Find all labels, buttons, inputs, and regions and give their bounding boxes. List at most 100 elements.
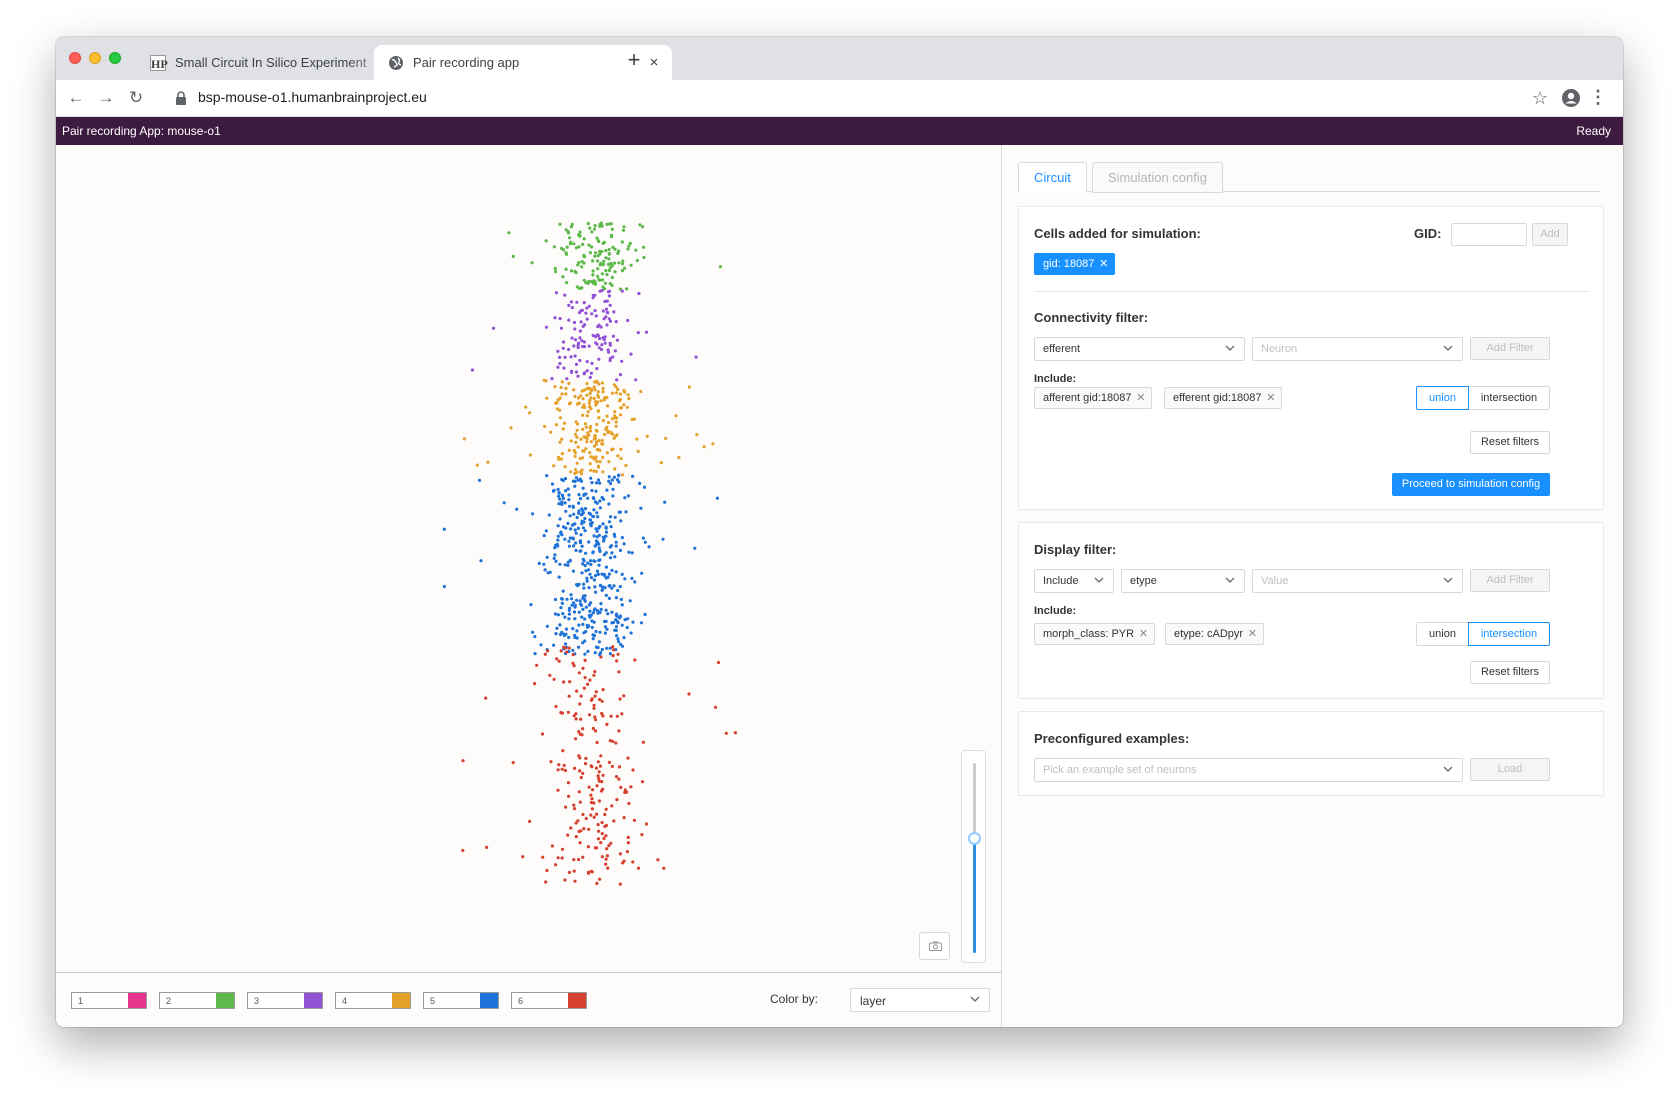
neuron-point[interactable] <box>631 474 635 478</box>
neuron-point[interactable] <box>595 535 599 539</box>
neuron-point[interactable] <box>572 803 576 807</box>
neuron-point[interactable] <box>593 694 597 698</box>
neuron-point[interactable] <box>608 556 613 560</box>
neuron-point[interactable] <box>573 617 577 621</box>
neuron-point[interactable] <box>622 859 626 863</box>
neuron-point[interactable] <box>589 813 593 817</box>
neuron-point[interactable] <box>600 272 605 276</box>
proceed-button[interactable]: Proceed to simulation config <box>1392 473 1550 496</box>
neuron-point[interactable] <box>598 499 602 503</box>
neuron-point[interactable] <box>544 239 548 243</box>
neuron-point[interactable] <box>442 584 446 589</box>
neuron-point[interactable] <box>587 511 591 515</box>
neuron-point[interactable] <box>560 246 564 250</box>
neuron-point[interactable] <box>591 551 595 555</box>
neuron-point[interactable] <box>576 445 580 449</box>
neuron-point[interactable] <box>604 593 608 597</box>
neuron-point[interactable] <box>607 252 612 256</box>
neuron-point[interactable] <box>564 267 568 271</box>
neuron-point[interactable] <box>581 397 585 401</box>
minimize-window-button[interactable] <box>89 52 101 64</box>
neuron-point[interactable] <box>586 410 590 414</box>
neuron-point[interactable] <box>603 619 607 624</box>
neuron-point[interactable] <box>643 540 647 544</box>
neuron-point[interactable] <box>564 509 568 513</box>
neuron-point[interactable] <box>528 411 532 415</box>
neuron-point[interactable] <box>598 524 602 528</box>
neuron-point[interactable] <box>567 498 571 502</box>
neuron-point[interactable] <box>562 763 566 768</box>
neuron-point[interactable] <box>607 520 612 524</box>
neuron-point[interactable] <box>588 462 592 466</box>
neuron-point[interactable] <box>595 881 599 886</box>
neuron-point[interactable] <box>612 475 617 479</box>
neuron-point[interactable] <box>589 601 593 605</box>
neuron-point[interactable] <box>567 347 571 352</box>
neuron-point[interactable] <box>442 527 446 531</box>
neuron-point[interactable] <box>573 432 578 436</box>
neuron-point[interactable] <box>601 386 605 391</box>
neuron-point[interactable] <box>620 536 624 540</box>
neuron-point[interactable] <box>554 270 558 274</box>
neuron-point[interactable] <box>611 487 615 491</box>
neuron-point[interactable] <box>663 500 667 504</box>
neuron-point[interactable] <box>581 511 586 515</box>
neuron-point[interactable] <box>596 448 600 452</box>
neuron-point[interactable] <box>634 248 638 252</box>
neuron-point[interactable] <box>600 278 605 282</box>
neuron-point[interactable] <box>618 616 622 620</box>
neuron-point[interactable] <box>584 605 588 609</box>
neuron-point[interactable] <box>590 245 594 249</box>
neuron-point[interactable] <box>583 599 587 603</box>
neuron-point[interactable] <box>622 694 626 698</box>
legend-item-layer-2[interactable]: 2 <box>159 992 235 1009</box>
neuron-point[interactable] <box>595 333 600 337</box>
neuron-point[interactable] <box>662 866 666 870</box>
neuron-point[interactable] <box>592 496 596 501</box>
neuron-point[interactable] <box>617 670 621 674</box>
neuron-point[interactable] <box>594 481 599 485</box>
neuron-point[interactable] <box>579 533 583 537</box>
neuron-point[interactable] <box>567 539 571 543</box>
neuron-point[interactable] <box>602 539 606 543</box>
neuron-point[interactable] <box>581 344 585 349</box>
neuron-point[interactable] <box>599 602 603 606</box>
neuron-point[interactable] <box>593 670 597 674</box>
neuron-point[interactable] <box>610 551 614 555</box>
neuron-point[interactable] <box>573 394 577 398</box>
neuron-point[interactable] <box>571 505 575 509</box>
neuron-point[interactable] <box>615 478 620 482</box>
neuron-point[interactable] <box>563 615 567 619</box>
neuron-point[interactable] <box>585 306 589 310</box>
neuron-point[interactable] <box>620 240 624 244</box>
neuron-point[interactable] <box>571 653 575 657</box>
neuron-point[interactable] <box>593 433 597 438</box>
neuron-point[interactable] <box>573 354 577 358</box>
neuron-point[interactable] <box>600 438 605 443</box>
neuron-point[interactable] <box>615 714 619 718</box>
close-icon[interactable]: ✕ <box>1266 388 1275 408</box>
neuron-point[interactable] <box>624 790 629 794</box>
neuron-point[interactable] <box>588 375 592 379</box>
neuron-point[interactable] <box>588 518 593 522</box>
neuron-point[interactable] <box>614 775 619 779</box>
neuron-point[interactable] <box>578 599 582 603</box>
neuron-point[interactable] <box>567 381 571 386</box>
neuron-point[interactable] <box>579 694 583 698</box>
neuron-point[interactable] <box>604 525 608 529</box>
neuron-point[interactable] <box>589 559 593 563</box>
neuron-point[interactable] <box>579 829 583 833</box>
neuron-point[interactable] <box>597 323 601 327</box>
neuron-point[interactable] <box>625 625 629 630</box>
neuron-point[interactable] <box>484 696 488 700</box>
neuron-point[interactable] <box>524 405 528 409</box>
legend-item-layer-6[interactable]: 6 <box>511 992 587 1009</box>
neuron-point[interactable] <box>544 325 548 329</box>
neuron-point[interactable] <box>621 473 625 477</box>
neuron-point[interactable] <box>588 609 592 613</box>
neuron-point[interactable] <box>581 666 585 671</box>
neuron-point[interactable] <box>618 697 622 701</box>
neuron-point[interactable] <box>595 429 599 433</box>
example-select[interactable]: Pick an example set of neurons <box>1034 758 1463 782</box>
neuron-point[interactable] <box>617 640 621 644</box>
